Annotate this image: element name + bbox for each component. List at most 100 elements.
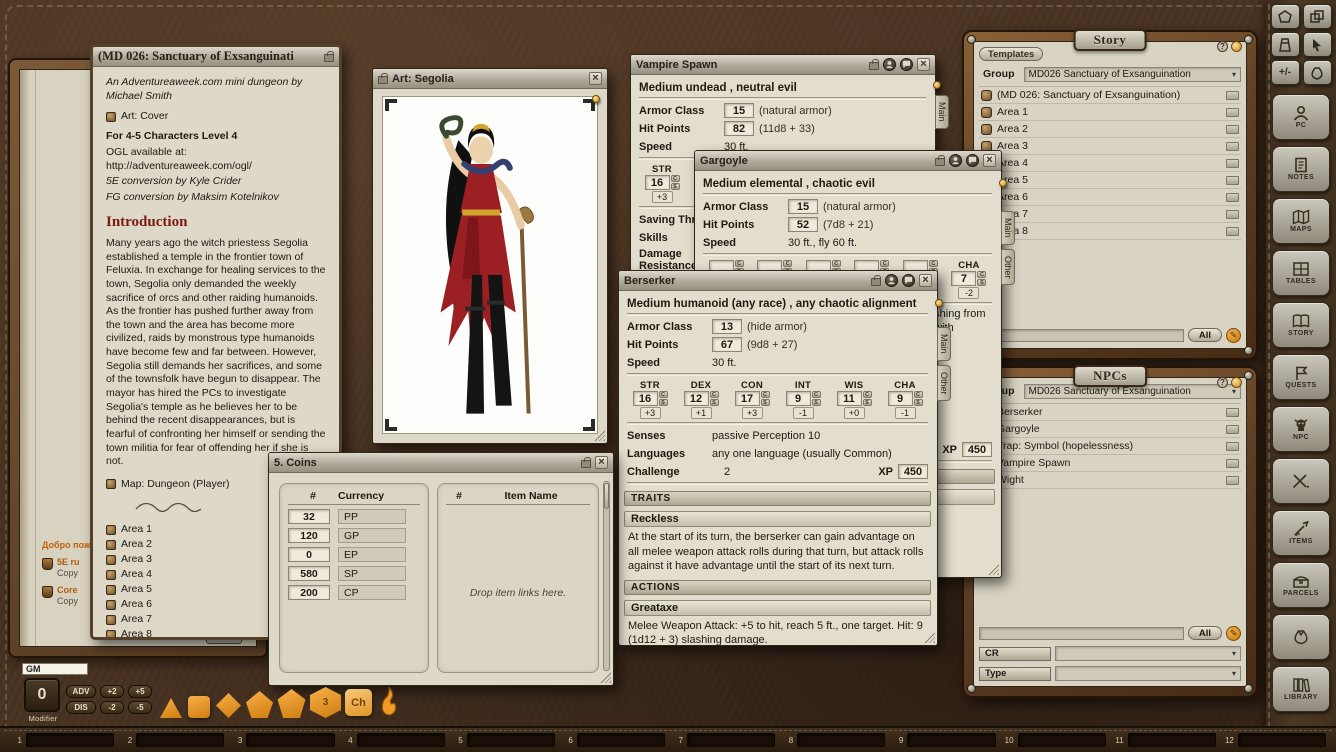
ability-save-button[interactable]: S: [863, 399, 872, 406]
hotkey-slot[interactable]: [1018, 733, 1106, 747]
link-card-icon[interactable]: [1226, 142, 1239, 151]
window-stack-button[interactable]: [1303, 4, 1332, 29]
list-item[interactable]: Area 1: [979, 104, 1241, 121]
chat-bubble-icon[interactable]: [900, 58, 913, 71]
pushpin-icon[interactable]: [935, 299, 943, 307]
action-name[interactable]: Greataxe: [624, 600, 931, 616]
token-bag-button[interactable]: [1303, 60, 1332, 85]
ability-mod[interactable]: -1: [895, 407, 916, 419]
pointer-button[interactable]: [1303, 32, 1332, 57]
window-title-plaque[interactable]: NPCs: [1073, 365, 1147, 387]
list-item[interactable]: Area 4: [979, 155, 1241, 172]
close-button[interactable]: ×: [589, 72, 602, 85]
window-titlebar[interactable]: (MD 026: Sanctuary of Exsanguinati: [93, 47, 339, 67]
minus2-button[interactable]: -2: [100, 701, 124, 714]
link-card-icon[interactable]: [1226, 459, 1239, 468]
link-card-icon[interactable]: [1226, 210, 1239, 219]
resize-grip[interactable]: [600, 672, 611, 683]
item-panel[interactable]: # Item Name Drop item links here.: [437, 483, 599, 673]
die-d8[interactable]: [216, 693, 241, 718]
close-button[interactable]: ×: [595, 456, 608, 469]
lock-icon[interactable]: [871, 278, 881, 286]
lock-icon[interactable]: [869, 62, 879, 70]
sidebar-item-quests[interactable]: QUESTS: [1272, 354, 1330, 400]
hotkey-slot[interactable]: [687, 733, 775, 747]
coin-currency-field[interactable]: CP: [338, 585, 406, 600]
hotkey-slot[interactable]: [26, 733, 114, 747]
list-item[interactable]: Area 3: [979, 138, 1241, 155]
disadvantage-button[interactable]: DIS: [66, 701, 96, 714]
ability-check-button[interactable]: C: [880, 260, 889, 267]
sidebar-item-parcels[interactable]: PARCELS: [1272, 562, 1330, 608]
link-card-icon[interactable]: [1226, 408, 1239, 417]
coin-currency-field[interactable]: EP: [338, 547, 406, 562]
ability-mod[interactable]: +3: [742, 407, 763, 419]
link-card-icon[interactable]: [1226, 176, 1239, 185]
list-item[interactable]: Area 7: [979, 206, 1241, 223]
edit-pencil-button[interactable]: ✎: [1226, 328, 1241, 343]
plus2-button[interactable]: +2: [100, 685, 124, 698]
tab-main[interactable]: Main: [1001, 211, 1015, 245]
list-item[interactable]: Area 8: [979, 223, 1241, 240]
sidebar-item-items[interactable]: ITEMS: [1272, 510, 1330, 556]
hotkey-slot[interactable]: [246, 733, 334, 747]
list-item[interactable]: Gargoyle: [979, 421, 1241, 438]
chat-bubble-icon[interactable]: [966, 154, 979, 167]
list-item[interactable]: Area 6: [979, 189, 1241, 206]
sidebar-item-tokens[interactable]: [1272, 614, 1330, 660]
ability-check-button[interactable]: C: [761, 391, 770, 398]
sidebar-item-library[interactable]: LIBRARY: [1272, 666, 1330, 712]
ability-mod[interactable]: +0: [844, 407, 865, 419]
help-icon[interactable]: ?: [1217, 41, 1228, 52]
coin-currency-field[interactable]: PP: [338, 509, 406, 524]
share-icon[interactable]: [949, 154, 962, 167]
ability-save-button[interactable]: S: [914, 399, 923, 406]
sidebar-item-pc[interactable]: PC: [1272, 94, 1330, 140]
search-input[interactable]: [979, 627, 1184, 640]
armor-class-value[interactable]: 15: [788, 199, 818, 214]
sidebar-item-npc[interactable]: NPC: [1272, 406, 1330, 452]
hit-points-value[interactable]: 82: [724, 121, 754, 136]
link-card-icon[interactable]: [1226, 159, 1239, 168]
chat-bubble-icon[interactable]: [902, 274, 915, 287]
ability-check-button[interactable]: C: [671, 175, 680, 182]
minus5-button[interactable]: -5: [128, 701, 152, 714]
ability-check-button[interactable]: C: [735, 260, 744, 267]
coin-amount-field[interactable]: 0: [288, 547, 330, 562]
coin-currency-field[interactable]: GP: [338, 528, 406, 543]
flame-icon[interactable]: [376, 686, 402, 723]
dice-tower-button[interactable]: [1271, 32, 1300, 57]
hotkey-slot[interactable]: [907, 733, 995, 747]
lock-icon[interactable]: [935, 158, 945, 166]
link-card-icon[interactable]: [1226, 425, 1239, 434]
window-titlebar[interactable]: 5. Coins ×: [269, 453, 613, 473]
group-dropdown[interactable]: MD026 Sanctuary of Exsanguination ▾: [1024, 67, 1242, 82]
ability-mod[interactable]: -2: [958, 287, 979, 299]
link-card-icon[interactable]: [1226, 442, 1239, 451]
ability-score[interactable]: 9: [786, 391, 811, 406]
close-button[interactable]: ×: [983, 154, 996, 167]
die-d20[interactable]: 3: [310, 687, 341, 718]
pin-icon[interactable]: [1231, 377, 1242, 388]
ability-save-button[interactable]: S: [659, 399, 668, 406]
ability-save-button[interactable]: S: [761, 399, 770, 406]
die-d10[interactable]: [246, 691, 273, 718]
coin-amount-field[interactable]: 120: [288, 528, 330, 543]
link-card-icon[interactable]: [1226, 476, 1239, 485]
ability-score[interactable]: 17: [735, 391, 760, 406]
list-item[interactable]: Area 5: [979, 172, 1241, 189]
window-title-plaque[interactable]: Story: [1074, 29, 1147, 51]
coin-currency-field[interactable]: SP: [338, 566, 406, 581]
tab-main[interactable]: Main: [935, 95, 949, 129]
die-d6[interactable]: [188, 696, 210, 718]
hotkey-slot[interactable]: [136, 733, 224, 747]
filter-all-button[interactable]: All: [1188, 328, 1222, 342]
sidebar-item-tables[interactable]: TABLES: [1272, 250, 1330, 296]
tab-other[interactable]: Other: [937, 365, 951, 402]
ability-save-button[interactable]: S: [812, 399, 821, 406]
window-titlebar[interactable]: Gargoyle ×: [695, 151, 1001, 171]
plus5-button[interactable]: +5: [128, 685, 152, 698]
link-card-icon[interactable]: [1226, 193, 1239, 202]
help-icon[interactable]: ?: [1217, 377, 1228, 388]
window-titlebar[interactable]: Vampire Spawn ×: [631, 55, 935, 75]
